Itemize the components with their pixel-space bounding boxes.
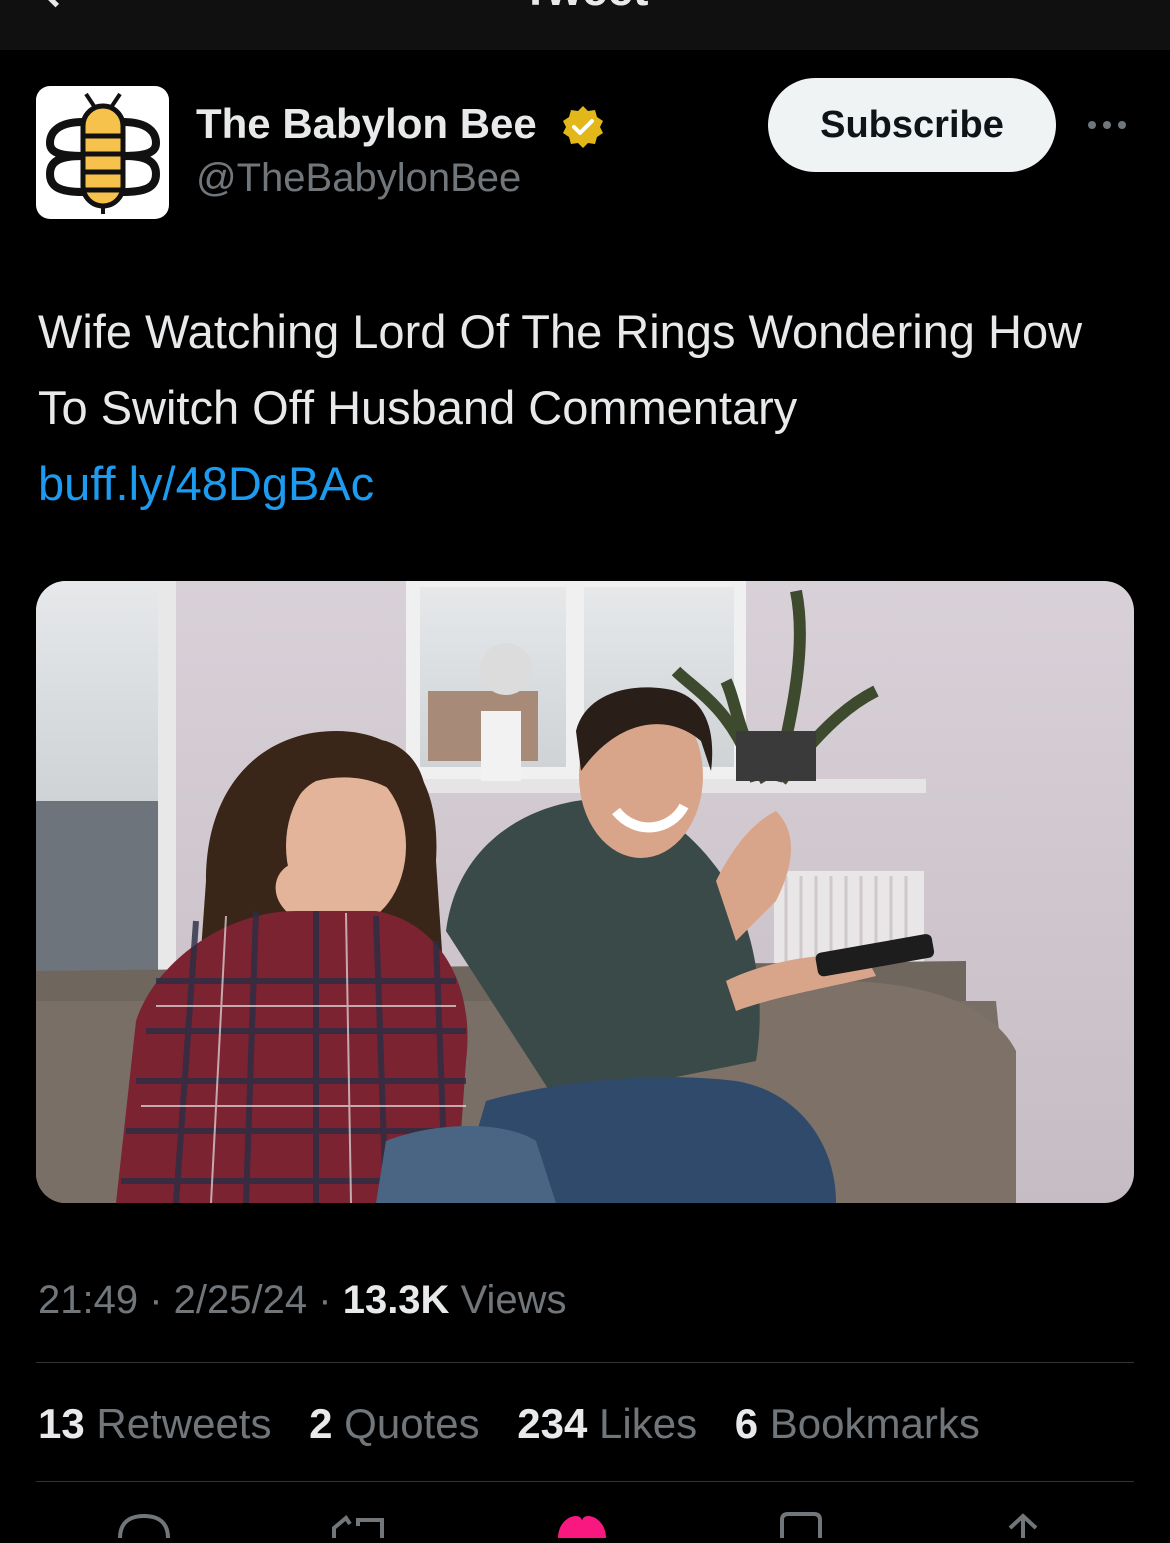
likes-stat[interactable]: 234 Likes [517,1400,697,1447]
retweet-icon[interactable] [328,1510,388,1543]
tweet-body: Wife Watching Lord Of The Rings Wonderin… [38,305,1083,434]
tweet-text: Wife Watching Lord Of The Rings Wonderin… [38,294,1138,522]
page-title: Tweet [0,0,1170,16]
share-icon[interactable] [1000,1510,1046,1543]
bookmark-icon[interactable] [778,1510,824,1543]
subscribe-button[interactable]: Subscribe [768,78,1056,172]
author-name[interactable]: The Babylon Bee [196,100,537,148]
views-label[interactable]: Views [461,1278,567,1322]
divider [36,1362,1134,1363]
more-icon[interactable] [1084,110,1130,140]
meta-separator: · [149,1278,174,1322]
tweet-meta: 21:49 · 2/25/24 · 13.3K Views [38,1278,567,1323]
couple-on-couch-photo [36,581,1134,1203]
engagement-stats: 13 Retweets 2 Quotes 234 Likes 6 Bookmar… [38,1400,1006,1448]
babylon-bee-logo-icon [45,92,161,214]
tweet-image[interactable] [36,581,1134,1203]
verified-badge-icon [563,106,603,148]
quotes-stat[interactable]: 2 Quotes [309,1400,479,1447]
action-bar [0,1510,1170,1539]
views-count: 13.3K [342,1278,450,1322]
top-bar: Tweet [0,0,1170,50]
tweet-time: 21:49 [38,1278,139,1322]
reply-icon[interactable] [116,1510,172,1543]
tweet-link[interactable]: buff.ly/48DgBAc [38,446,1138,522]
tweet-date: 2/25/24 [173,1278,308,1322]
author-handle[interactable]: @TheBabylonBee [196,156,521,201]
like-icon[interactable] [554,1510,610,1543]
meta-separator: · [318,1278,343,1322]
divider [36,1481,1134,1482]
retweets-stat[interactable]: 13 Retweets [38,1400,271,1447]
avatar[interactable] [36,86,169,219]
bookmarks-stat[interactable]: 6 Bookmarks [735,1400,980,1447]
